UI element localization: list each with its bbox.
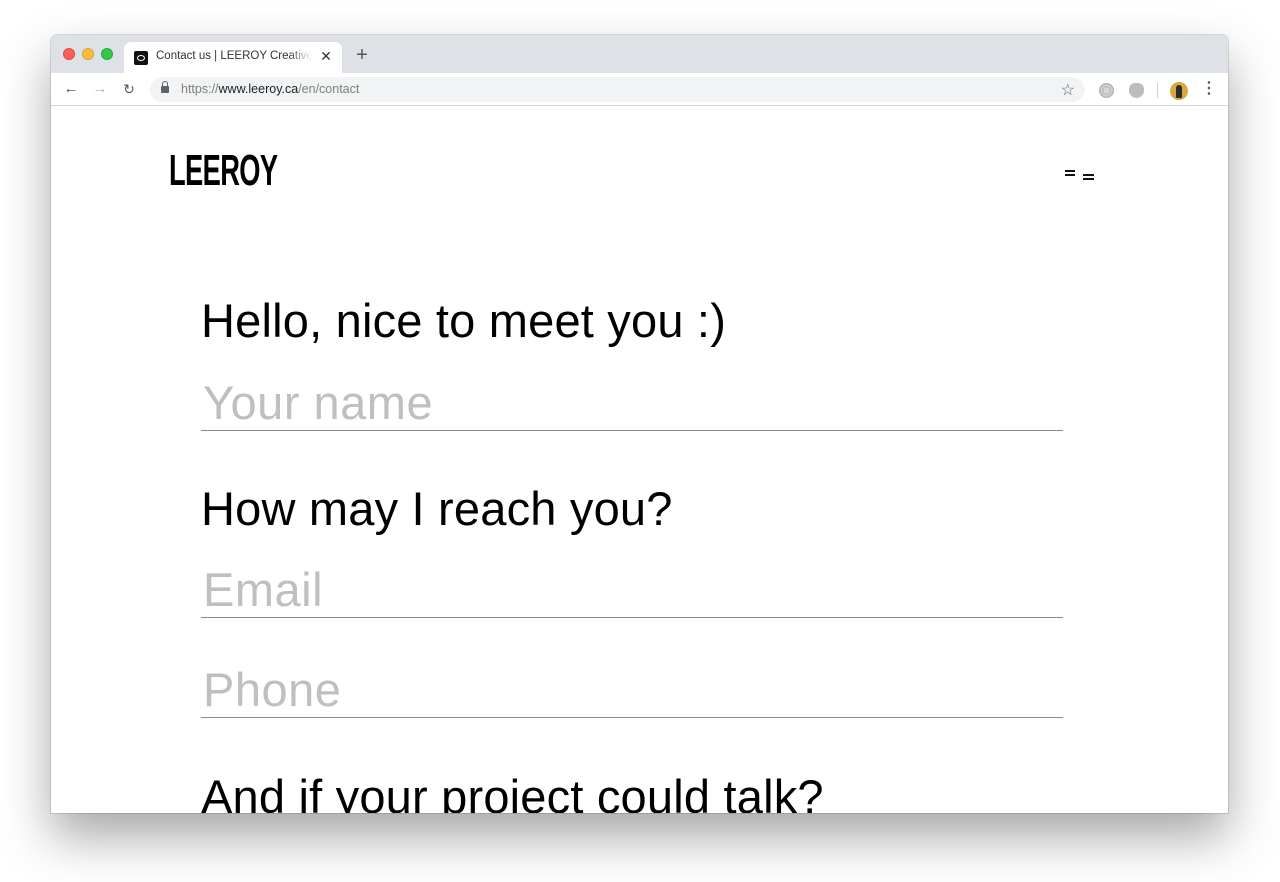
- phone-field[interactable]: [201, 662, 1063, 718]
- close-window-button[interactable]: [63, 48, 75, 60]
- site-logo[interactable]: LEEROY: [169, 149, 278, 193]
- hamburger-menu-icon[interactable]: [1064, 169, 1096, 183]
- project-question-heading: And if your project could talk?: [201, 770, 824, 813]
- address-bar[interactable]: https://www.leeroy.ca/en/contact ☆: [150, 77, 1085, 102]
- hamburger-bar: [1065, 174, 1075, 176]
- tab-title: Contact us | LEEROY Creative Agency: [156, 50, 312, 62]
- browser-tab-active[interactable]: Contact us | LEEROY Creative Agency ✕: [124, 42, 342, 73]
- page-viewport: LEEROY Hello, nice to meet you :) How ma…: [51, 107, 1228, 813]
- maximize-window-button[interactable]: [101, 48, 113, 60]
- hamburger-bar: [1065, 170, 1075, 172]
- name-field[interactable]: [201, 375, 1063, 431]
- name-question-heading: Hello, nice to meet you :): [201, 294, 727, 347]
- url-path: /en/contact: [298, 82, 360, 96]
- bookmark-star-icon[interactable]: ☆: [1061, 80, 1075, 100]
- extension-icon[interactable]: [1129, 83, 1144, 98]
- hamburger-bar: [1083, 178, 1094, 180]
- url-host: www.leeroy.ca: [218, 82, 299, 96]
- browser-menu-icon[interactable]: ⋮: [1201, 81, 1217, 99]
- tab-close-icon[interactable]: ✕: [318, 48, 334, 64]
- email-field[interactable]: [201, 562, 1063, 618]
- toolbar-divider: [1157, 83, 1158, 98]
- hamburger-bar: [1083, 174, 1094, 176]
- browser-window: Contact us | LEEROY Creative Agency ✕ + …: [51, 35, 1228, 813]
- lock-icon[interactable]: [161, 81, 169, 93]
- globe-extension-icon[interactable]: [1099, 83, 1114, 98]
- tab-strip: Contact us | LEEROY Creative Agency ✕ +: [51, 35, 1228, 73]
- profile-avatar[interactable]: [1170, 82, 1188, 100]
- browser-toolbar: ← → ↻ https://www.leeroy.ca/en/contact ☆…: [51, 73, 1228, 106]
- contact-question-heading: How may I reach you?: [201, 482, 673, 535]
- back-button[interactable]: ←: [62, 80, 80, 98]
- new-tab-button[interactable]: +: [353, 45, 371, 65]
- screenshot-stage: Contact us | LEEROY Creative Agency ✕ + …: [0, 0, 1280, 882]
- url-text[interactable]: https://www.leeroy.ca/en/contact: [181, 82, 359, 96]
- url-scheme: https://: [181, 82, 219, 96]
- reload-button[interactable]: ↻: [120, 80, 138, 98]
- minimize-window-button[interactable]: [82, 48, 94, 60]
- site-favicon-icon: [134, 51, 148, 65]
- forward-button[interactable]: →: [91, 80, 109, 98]
